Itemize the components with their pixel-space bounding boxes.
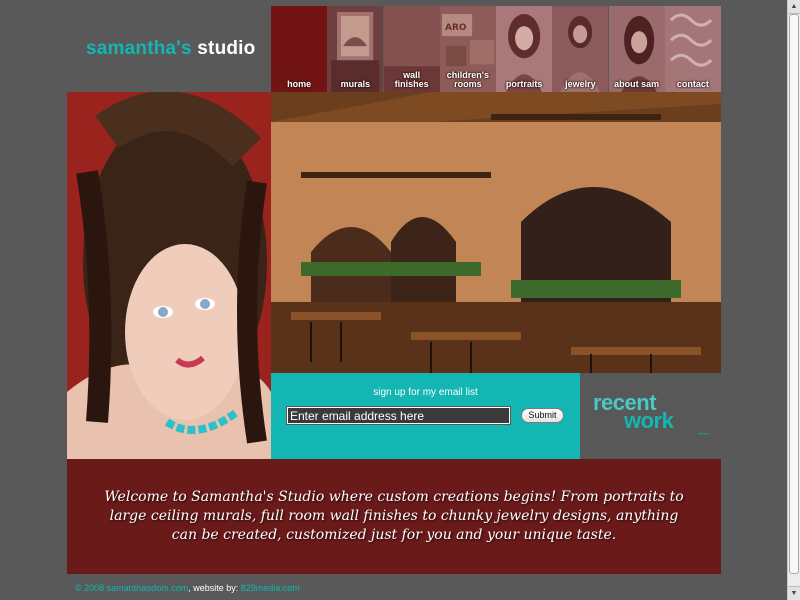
nav-home[interactable]: home xyxy=(271,6,328,92)
nav-home-label: home xyxy=(287,79,312,89)
footer-copyright-link[interactable]: © 2008 samanthaodom.com xyxy=(75,583,188,593)
nav-murals[interactable]: murals xyxy=(327,6,384,92)
nav-portraits-label: portraits xyxy=(505,79,543,89)
welcome-text: Welcome to Samantha's Studio where custo… xyxy=(104,489,684,543)
scroll-up-arrow-icon[interactable]: ▲ xyxy=(788,0,800,14)
recent-work-line2: work xyxy=(624,408,674,433)
site-logo[interactable]: samantha's studio xyxy=(86,38,255,60)
email-field[interactable] xyxy=(286,406,511,425)
nav-wall-finishes[interactable]: wall finishes xyxy=(383,6,440,92)
footer-credit-link[interactable]: 829media.com xyxy=(241,583,300,593)
nav-about-sam-label: about sam xyxy=(614,79,660,89)
nav-contact[interactable]: contact xyxy=(664,6,721,92)
scrollbar-thumb[interactable] xyxy=(789,14,799,574)
nav-about-sam[interactable]: about sam xyxy=(608,6,665,92)
recent-work-link[interactable]: recent work _ xyxy=(580,373,721,459)
nav-portraits[interactable]: portraits xyxy=(496,6,553,92)
logo-text-samanthas: samantha's xyxy=(86,38,192,59)
email-signup-panel: sign up for my email list Submit xyxy=(271,373,580,459)
vertical-scrollbar[interactable]: ▲ ▼ xyxy=(787,0,800,600)
welcome-panel: Welcome to Samantha's Studio where custo… xyxy=(67,459,721,574)
nav-jewelry-label: jewelry xyxy=(565,79,596,89)
nav-childrens-rooms[interactable]: ARO children's rooms xyxy=(439,6,496,92)
footer: © 2008 samanthaodom.com, website by: 829… xyxy=(75,583,300,593)
nav-wall-finishes-label: wall finishes xyxy=(394,70,429,89)
nav-jewelry[interactable]: jewelry xyxy=(552,6,609,92)
portrait-photo xyxy=(67,92,271,459)
main-nav: home murals wall finishes ARO children's… xyxy=(271,6,721,92)
nav-murals-label: murals xyxy=(340,79,371,89)
footer-separator: , website by: xyxy=(188,583,241,593)
signup-title: sign up for my email list xyxy=(373,387,478,398)
nav-childrens-rooms-label: children's rooms xyxy=(446,70,489,89)
page: samantha's studio home murals wall finis… xyxy=(0,0,787,600)
nav-contact-label: contact xyxy=(676,79,709,89)
recent-work-cursor: _ xyxy=(698,416,709,436)
logo-text-studio: studio xyxy=(197,38,256,59)
scroll-down-arrow-icon[interactable]: ▼ xyxy=(788,586,800,600)
svg-text:ARO: ARO xyxy=(445,23,467,33)
featured-mural-photo xyxy=(271,92,721,373)
submit-button[interactable]: Submit xyxy=(521,408,564,423)
